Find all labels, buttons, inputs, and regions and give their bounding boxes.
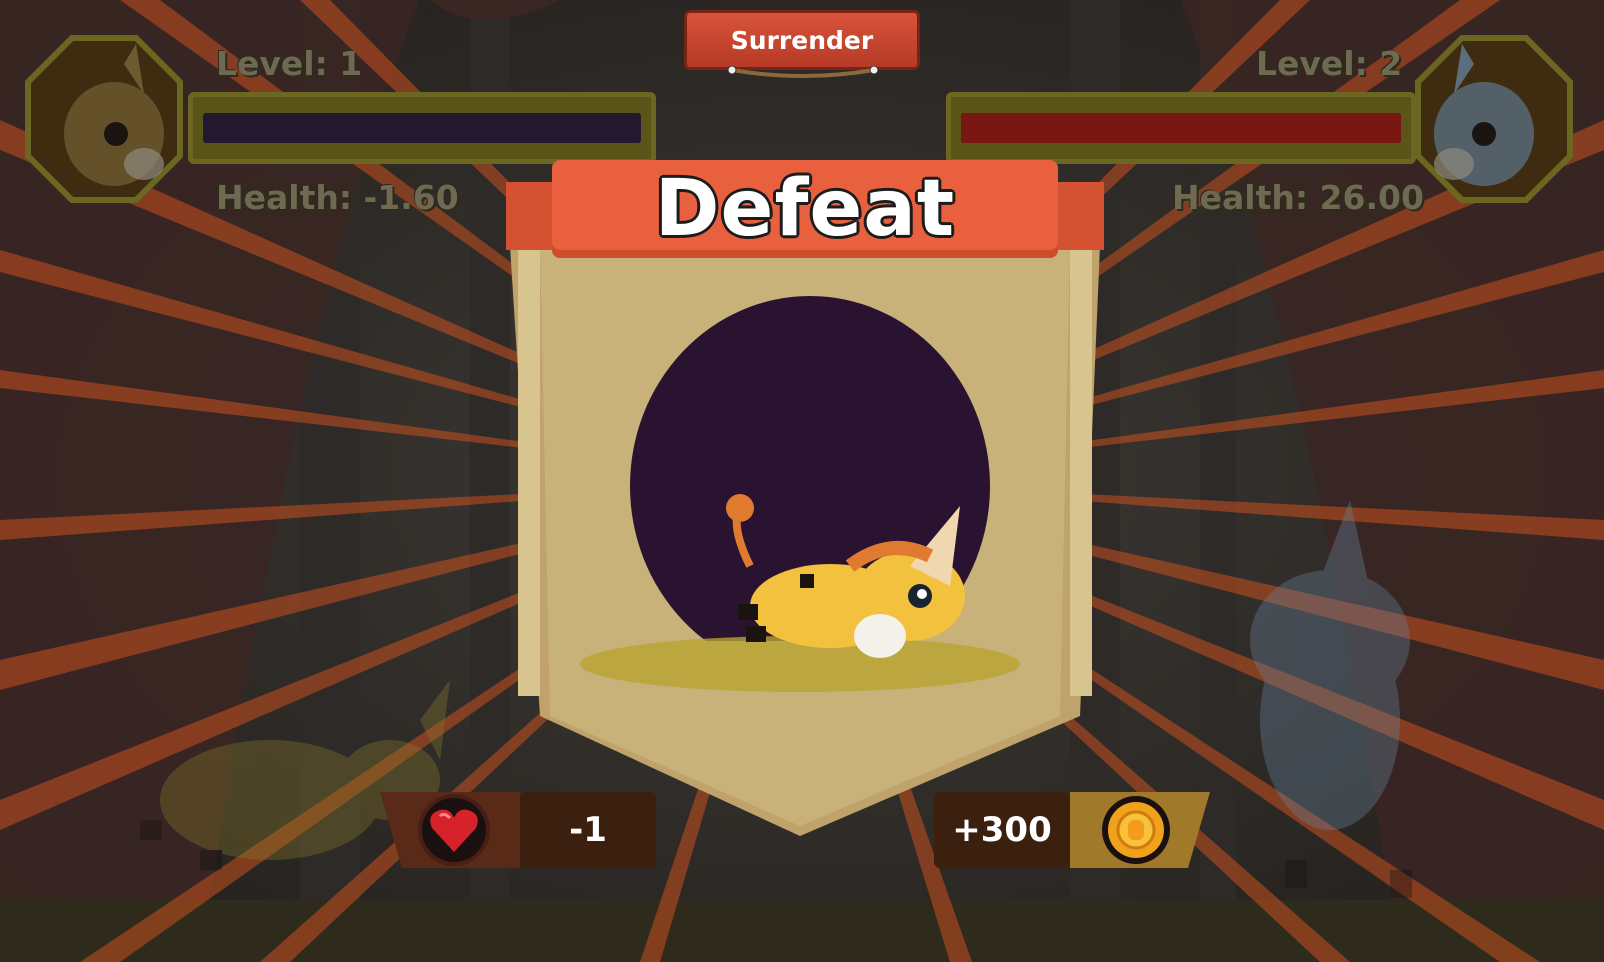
gold-coin-icon (1102, 796, 1170, 864)
lives-reward-badge: -1 (380, 792, 656, 868)
opponent-level-label: Level: 2 (1256, 44, 1403, 83)
player-health-bar (188, 92, 656, 164)
banner-wing-right (1050, 182, 1104, 250)
opponent-health-bar (946, 92, 1416, 164)
defeat-banner: Defeat (552, 160, 1058, 258)
game-scene: Level: 1 Health: -1.60 Level: 2 Health: … (0, 0, 1604, 962)
knocked-out-donkey-icon (726, 494, 965, 658)
sign-rope-icon (728, 66, 878, 78)
player-level-label: Level: 1 (216, 44, 363, 83)
coins-value: +300 (934, 792, 1070, 868)
result-panel: Defeat (500, 156, 1110, 856)
opponent-health-fill (961, 113, 1401, 143)
opponent-portrait-icon (1415, 35, 1573, 203)
opponent-health-track (961, 113, 1401, 143)
result-title: Defeat (654, 164, 956, 254)
player-health-label: Health: -1.60 (216, 178, 459, 217)
heart-gem-icon (418, 794, 490, 866)
player-health-track (203, 113, 641, 143)
opponent-health-label: Health: 26.00 (1172, 178, 1424, 217)
surrender-button[interactable]: Surrender (684, 10, 920, 70)
player-portrait-icon (25, 35, 183, 203)
coins-reward-badge: +300 (934, 792, 1210, 868)
lives-value: -1 (520, 792, 656, 868)
